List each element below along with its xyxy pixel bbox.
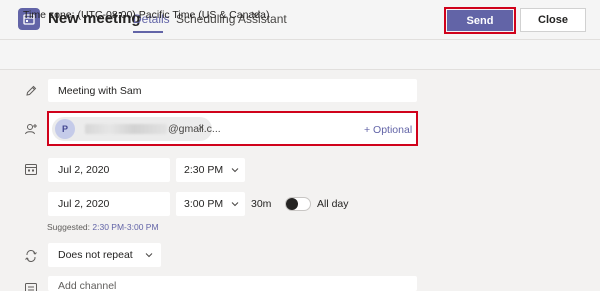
chevron-down-icon[interactable] (251, 10, 261, 18)
avatar: P (55, 119, 75, 139)
channel-placeholder: Add channel (58, 280, 117, 291)
chevron-down-icon (231, 202, 239, 207)
repeat-icon (25, 250, 37, 262)
suggested-time: Suggested: 2:30 PM-3:00 PM (47, 222, 159, 232)
tab-active-indicator (133, 31, 163, 33)
start-time-value: 2:30 PM (184, 164, 224, 176)
duration-label: 30m (251, 198, 272, 210)
start-date-value: Jul 2, 2020 (58, 164, 110, 176)
repeat-value: Does not repeat (58, 249, 133, 261)
chevron-down-icon (231, 168, 239, 173)
timezone-bar (0, 39, 600, 70)
title-field-value: Meeting with Sam (58, 85, 142, 97)
end-time-value: 3:00 PM (184, 198, 224, 210)
channel-icon (25, 283, 37, 291)
suggested-prefix: Suggested: (47, 222, 91, 232)
remove-attendee-icon[interactable]: × (198, 122, 204, 134)
end-date-value: Jul 2, 2020 (58, 198, 110, 210)
calendar-icon (25, 164, 37, 175)
suggested-slot-link[interactable]: 2:30 PM-3:00 PM (92, 222, 158, 232)
email-redacted (85, 124, 167, 134)
send-button[interactable]: Send (447, 10, 513, 31)
add-optional-link[interactable]: + Optional (364, 124, 412, 136)
chevron-down-icon (145, 253, 153, 258)
attendee-email: @gmail.c... (168, 123, 221, 135)
close-button[interactable]: Close (520, 8, 586, 32)
timezone-label[interactable]: Time zone: (UTC-08:00) Pacific Time (US … (23, 9, 269, 21)
all-day-label: All day (317, 198, 349, 210)
pencil-icon (26, 85, 37, 96)
toggle-knob (286, 198, 298, 210)
add-person-icon (25, 124, 37, 135)
